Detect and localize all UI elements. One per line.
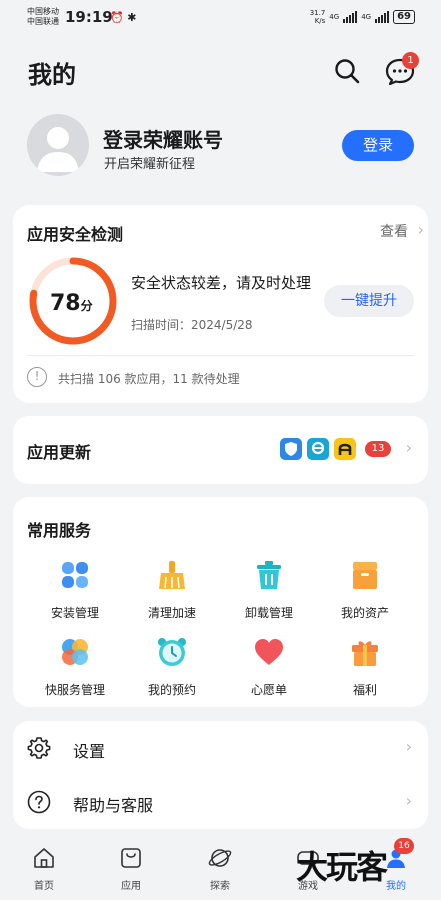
avatar[interactable] <box>27 114 89 176</box>
carrier-2: 中国联通 <box>27 17 59 26</box>
signal-icon <box>343 11 358 23</box>
security-score: 78分 <box>50 291 93 316</box>
carrier-names: 中国移动 中国联通 <box>27 7 59 27</box>
settings-row[interactable]: 设置 › <box>13 721 428 775</box>
nav-mine-badge: 16 <box>394 838 414 854</box>
service-install-manage[interactable]: 安装管理 <box>30 558 120 621</box>
scan-summary: 共扫描 106 款应用，11 款待处理 <box>58 372 240 386</box>
signal-4g-label-2: 4G <box>361 13 372 21</box>
clock: 19:19 <box>65 8 113 26</box>
nav-home[interactable]: 首页 <box>14 846 74 892</box>
install-manage-icon <box>62 562 88 588</box>
signal-icon <box>375 11 390 23</box>
chevron-right-icon[interactable]: › <box>418 220 424 239</box>
assets-box-icon <box>353 562 377 589</box>
browser-app-icon <box>307 438 329 460</box>
services-title: 常用服务 <box>27 521 92 540</box>
service-quick-service[interactable]: 快服务管理 <box>30 635 120 698</box>
account-login-title[interactable]: 登录荣耀账号 <box>103 124 223 153</box>
service-uninstall[interactable]: 卸载管理 <box>224 558 314 621</box>
battery-icon: 69 <box>393 10 415 24</box>
app-updates-card[interactable]: 应用更新 13 › <box>13 416 428 484</box>
message-badge: 1 <box>402 52 419 69</box>
settings-label: 设置 <box>73 742 106 761</box>
security-status-text: 安全状态较差，请及时处理 <box>131 274 312 292</box>
help-support-row[interactable]: 帮助与客服 › <box>13 775 428 829</box>
cleanup-broom-icon <box>159 561 185 589</box>
game-app-icon <box>334 438 356 460</box>
uninstall-trash-icon <box>257 561 281 589</box>
alarm-icon: ⏰ <box>110 11 124 24</box>
chevron-right-icon: › <box>405 737 412 756</box>
gift-icon <box>352 641 378 666</box>
nav-apps[interactable]: 应用 <box>101 846 161 892</box>
quick-service-icon <box>62 639 88 665</box>
account-subtitle: 开启荣耀新征程 <box>104 157 196 172</box>
app-updates-title: 应用更新 <box>27 443 92 462</box>
update-count-badge: 13 <box>365 441 391 457</box>
security-card-title: 应用安全检测 <box>27 225 124 244</box>
status-right: 31.7 K/s 4G 4G 69 <box>310 9 415 25</box>
warning-icon: ! <box>27 367 47 387</box>
page-title: 我的 <box>28 61 76 89</box>
help-support-label: 帮助与客服 <box>73 796 154 815</box>
default-avatar-icon <box>37 127 79 172</box>
heart-icon <box>255 639 283 665</box>
service-cleanup[interactable]: 清理加速 <box>127 558 217 621</box>
nav-explore[interactable]: 探索 <box>190 846 250 892</box>
service-wishlist[interactable]: 心愿单 <box>224 635 314 698</box>
help-question-icon <box>27 790 51 814</box>
planet-icon <box>208 849 232 867</box>
shield-app-icon <box>280 438 302 460</box>
service-benefits[interactable]: 福利 <box>320 635 410 698</box>
gear-icon <box>27 737 51 759</box>
shopping-bag-icon <box>121 848 141 868</box>
watermark-text: 大玩客 <box>296 848 388 886</box>
service-my-assets[interactable]: 我的资产 <box>320 558 410 621</box>
common-services-card: 常用服务 安装管理 清理加速 卸载管理 我的资产 快服务管理 我的预约 心愿单 … <box>13 497 428 707</box>
chevron-right-icon[interactable]: › <box>406 438 412 457</box>
menu-card: 设置 › 帮助与客服 › <box>13 721 428 829</box>
search-icon[interactable] <box>332 56 362 86</box>
login-button[interactable]: 登录 <box>342 130 414 161</box>
divider <box>27 355 414 356</box>
bluetooth-icon: ✱ <box>127 11 137 24</box>
carrier-1: 中国移动 <box>27 7 59 16</box>
view-details-link[interactable]: 查看 <box>380 221 408 241</box>
status-bar: 中国移动 中国联通 19:19 ⏰ ✱ 31.7 K/s 4G 4G 69 <box>0 0 441 36</box>
scan-time: 扫描时间：2024/5/28 <box>131 318 253 332</box>
chevron-right-icon: › <box>405 791 412 810</box>
net-speed: 31.7 K/s <box>309 9 326 25</box>
one-click-boost-button[interactable]: 一键提升 <box>324 285 414 317</box>
home-icon <box>34 848 54 868</box>
status-icons: ⏰ ✱ <box>110 11 136 24</box>
signal-4g-label-1: 4G <box>329 13 340 21</box>
service-reservations[interactable]: 我的预约 <box>127 635 217 698</box>
alarm-clock-icon <box>158 638 186 666</box>
security-check-card: 应用安全检测 查看 › 78分 安全状态较差，请及时处理 扫描时间：2024/5… <box>13 205 428 403</box>
